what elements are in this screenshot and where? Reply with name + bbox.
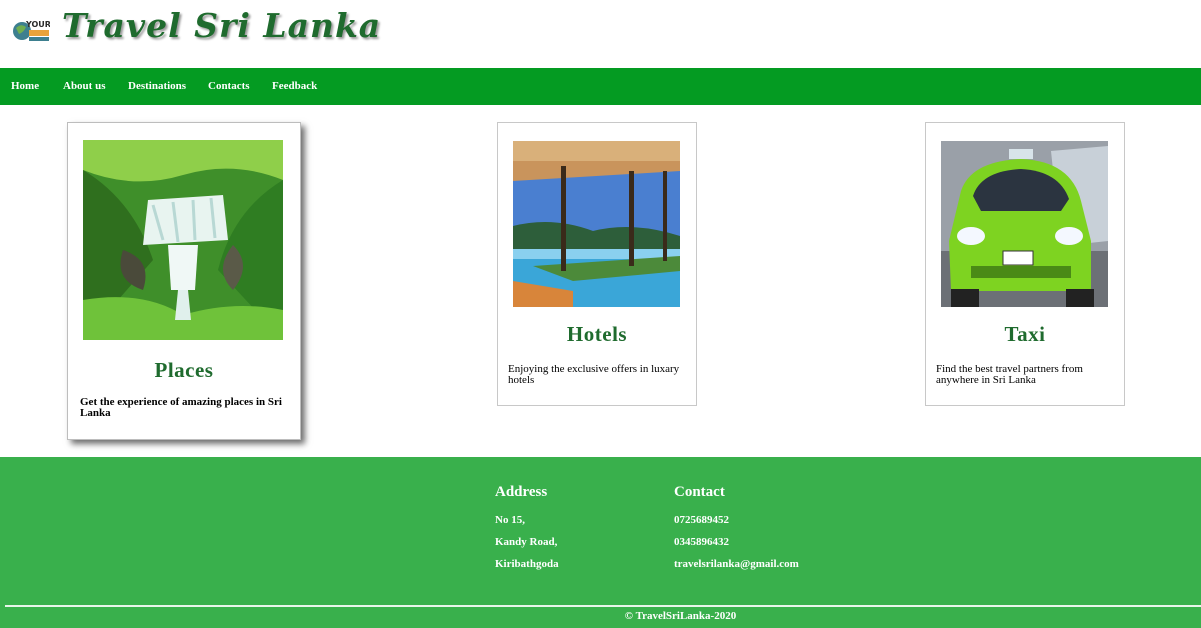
contact-heading: Contact (674, 484, 725, 500)
svg-text:YOUR: YOUR (25, 20, 50, 29)
footer-divider (5, 605, 1201, 607)
site-title[interactable]: Travel Sri Lanka (62, 6, 381, 45)
site-header: YOUR Travel Sri Lanka (0, 0, 1201, 68)
nav-about-us[interactable]: About us (63, 68, 106, 105)
phone-number[interactable]: 0725689452 (674, 514, 729, 526)
card-taxi[interactable]: Taxi Find the best travel partners from … (925, 122, 1125, 406)
site-footer: Address No 15, Kandy Road, Kiribathgoda … (0, 457, 1201, 628)
card-hotels[interactable]: Hotels Enjoying the exclusive offers in … (497, 122, 697, 406)
address-line: No 15, (495, 514, 525, 526)
hotel-pool-image (513, 141, 680, 307)
nav-contacts[interactable]: Contacts (208, 68, 250, 105)
phone-number[interactable]: 0345896432 (674, 536, 729, 548)
card-description: Enjoying the exclusive offers in luxary … (508, 363, 680, 386)
card-description: Get the experience of amazing places in … (80, 396, 282, 419)
card-title: Places (154, 358, 214, 382)
nav-home[interactable]: Home (11, 68, 39, 105)
email-link[interactable]: travelsrilanka@gmail.com (674, 558, 799, 570)
waterfall-image (83, 140, 283, 340)
green-taxi-image (941, 141, 1108, 307)
card-title: Hotels (566, 322, 628, 346)
nav-destinations[interactable]: Destinations (128, 68, 186, 105)
address-line: Kandy Road, (495, 536, 558, 548)
card-title: Taxi (1004, 322, 1046, 346)
card-description: Find the best travel partners from anywh… (936, 363, 1083, 386)
address-line: Kiribathgoda (495, 558, 559, 570)
address-heading: Address (495, 484, 548, 500)
card-places[interactable]: Places Get the experience of amazing pla… (67, 122, 301, 440)
main-nav: Home About us Destinations Contacts Feed… (0, 68, 1201, 105)
copyright: © TravelSriLanka-2020 (624, 610, 737, 622)
your-destination-logo-icon[interactable]: YOUR (12, 14, 51, 46)
nav-feedback[interactable]: Feedback (272, 68, 317, 105)
